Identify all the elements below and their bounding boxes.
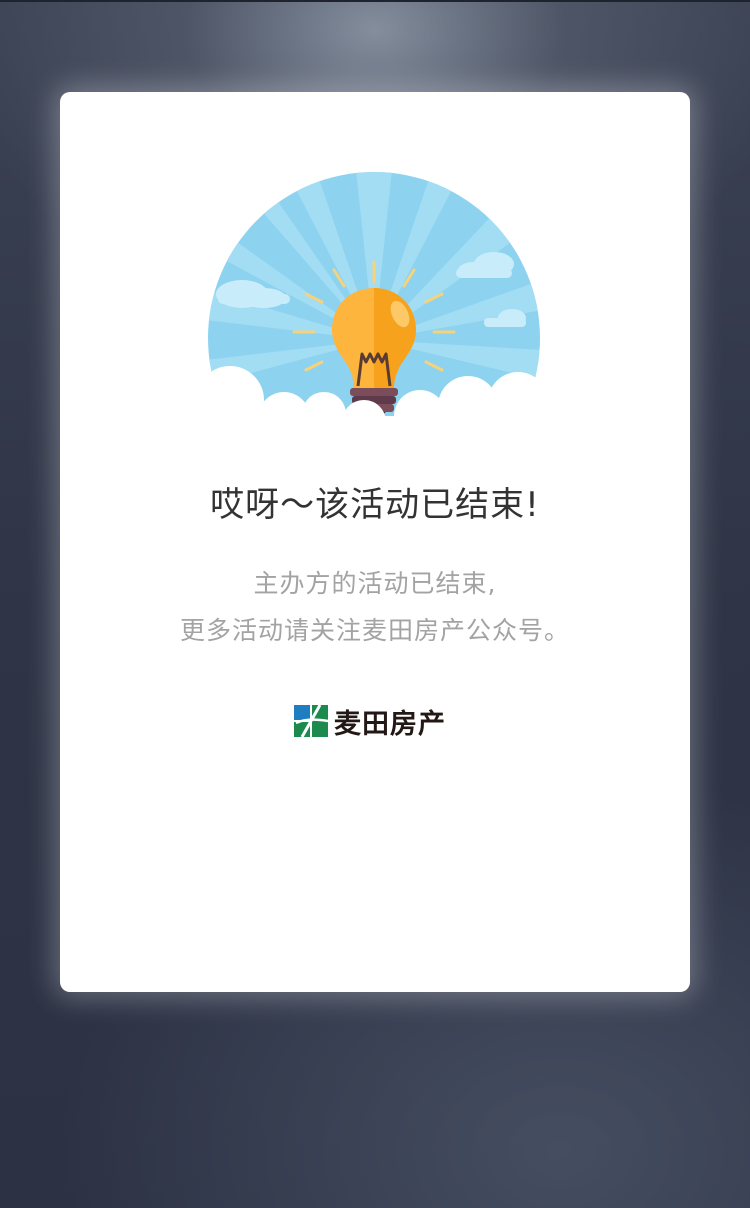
lightbulb-illustration [206, 172, 542, 426]
brand-name: 麦田房产 [334, 708, 446, 740]
event-ended-card: 哎呀～该活动已结束! 主办方的活动已结束, 更多活动请关注麦田房产公众号。 麦田… [60, 92, 690, 992]
description-line-1: 主办方的活动已结束, [253, 569, 497, 598]
top-edge [0, 0, 750, 2]
page-title: 哎呀～该活动已结束! [210, 485, 540, 525]
brand-logo: 麦田房产 [294, 704, 446, 740]
description-line-2: 更多活动请关注麦田房产公众号。 [179, 616, 570, 645]
brand-mark-icon [294, 705, 328, 737]
